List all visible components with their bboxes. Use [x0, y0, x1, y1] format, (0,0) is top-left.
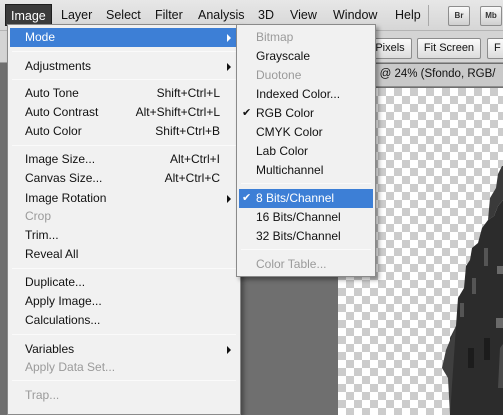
- bridge-icon[interactable]: Br: [448, 6, 470, 26]
- mode-item-32-bits[interactable]: 32 Bits/Channel: [239, 227, 373, 246]
- mode-item-grayscale[interactable]: Grayscale: [239, 47, 373, 66]
- menu-item-label: CMYK Color: [256, 125, 323, 139]
- menu-item-apply-image[interactable]: Apply Image...: [10, 292, 238, 311]
- menu-item-label: Calculations...: [25, 313, 101, 327]
- menu-item-auto-color[interactable]: Auto Color Shift+Ctrl+B: [10, 122, 238, 141]
- menu-item-label: Auto Tone: [25, 86, 79, 100]
- menu-item-label: 32 Bits/Channel: [256, 229, 341, 243]
- menubar-divider: [428, 5, 429, 26]
- mode-item-16-bits[interactable]: 16 Bits/Channel: [239, 208, 373, 227]
- menu-item-label: Reveal All: [25, 247, 79, 261]
- shortcut-label: Alt+Ctrl+I: [169, 152, 220, 166]
- menu-item-image-rotation[interactable]: Image Rotation: [10, 189, 238, 208]
- menu-item-trap: Trap...: [10, 386, 238, 405]
- menu-separator: [12, 51, 236, 52]
- menu-item-label: Auto Color: [25, 124, 82, 138]
- menu-item-calculations[interactable]: Calculations...: [10, 311, 238, 330]
- menu-item-auto-tone[interactable]: Auto Tone Shift+Ctrl+L: [10, 84, 238, 103]
- menu-item-label: Trim...: [25, 228, 59, 242]
- menu-filter[interactable]: Filter: [150, 4, 188, 26]
- menu-item-label: RGB Color: [256, 106, 315, 120]
- menu-separator: [12, 268, 236, 269]
- menu-separator: [12, 380, 236, 381]
- menu-item-label: Indexed Color...: [256, 87, 341, 101]
- minibridge-icon[interactable]: Mb: [480, 6, 502, 26]
- menu-select[interactable]: Select: [101, 4, 146, 26]
- mode-item-lab-color[interactable]: Lab Color: [239, 142, 373, 161]
- mode-item-rgb-color[interactable]: ✔ RGB Color: [239, 104, 373, 123]
- menu-image[interactable]: Image: [5, 4, 52, 26]
- menu-item-label: Grayscale: [256, 49, 311, 63]
- menu-separator: [241, 249, 371, 250]
- menu-separator: [241, 183, 371, 184]
- menu-item-trim[interactable]: Trim...: [10, 226, 238, 245]
- menu-item-label: Adjustments: [25, 59, 92, 73]
- menu-item-duplicate[interactable]: Duplicate...: [10, 273, 238, 292]
- menu-item-mode[interactable]: Mode: [10, 28, 238, 47]
- submenu-arrow-icon: [227, 63, 231, 71]
- submenu-arrow-icon: [227, 346, 231, 354]
- menu-item-label: Mode: [25, 30, 56, 44]
- shortcut-label: Shift+Ctrl+L: [156, 86, 220, 100]
- mode-item-duotone: Duotone: [239, 66, 373, 85]
- menu-item-label: Auto Contrast: [25, 105, 99, 119]
- menu-item-canvas-size[interactable]: Canvas Size... Alt+Ctrl+C: [10, 169, 238, 188]
- menu-item-label: Duplicate...: [25, 275, 86, 289]
- mode-item-multichannel[interactable]: Multichannel: [239, 161, 373, 180]
- menu-item-label: Duotone: [256, 68, 302, 82]
- menu-separator: [12, 334, 236, 335]
- menu-help[interactable]: Help: [390, 4, 426, 26]
- mode-item-cmyk-color[interactable]: CMYK Color: [239, 123, 373, 142]
- menu-item-label: Trap...: [25, 388, 60, 402]
- menu-window[interactable]: Window: [328, 4, 382, 26]
- fit-screen-button[interactable]: Fit Screen: [417, 38, 481, 59]
- menu-item-label: Canvas Size...: [25, 171, 103, 185]
- menu-item-label: Image Size...: [25, 152, 96, 166]
- fill-screen-button[interactable]: F: [487, 38, 503, 59]
- checkmark-icon: ✔: [242, 192, 252, 204]
- checkmark-icon: ✔: [242, 107, 252, 119]
- menu-item-label: Apply Image...: [25, 294, 102, 308]
- menu-item-label: Apply Data Set...: [25, 360, 116, 374]
- menu-item-label: Bitmap: [256, 30, 294, 44]
- menu-item-crop: Crop: [10, 207, 238, 226]
- image-menu: Mode Adjustments Auto Tone Shift+Ctrl+L …: [7, 24, 241, 415]
- menu-item-label: Image Rotation: [25, 191, 107, 205]
- menu-separator: [12, 145, 236, 146]
- menu-separator: [12, 79, 236, 80]
- menu-item-label: Variables: [25, 342, 75, 356]
- menu-3d[interactable]: 3D: [253, 4, 279, 26]
- mode-item-bitmap: Bitmap: [239, 28, 373, 47]
- menu-item-label: Crop: [25, 209, 52, 223]
- menu-item-image-size[interactable]: Image Size... Alt+Ctrl+I: [10, 150, 238, 169]
- mode-submenu: Bitmap Grayscale Duotone Indexed Color..…: [236, 24, 376, 277]
- document-title: d @ 24% (Sfondo, RGB/: [370, 68, 496, 80]
- mode-item-8-bits[interactable]: ✔ 8 Bits/Channel: [239, 189, 373, 208]
- menu-item-adjustments[interactable]: Adjustments: [10, 57, 238, 76]
- mode-item-indexed-color[interactable]: Indexed Color...: [239, 85, 373, 104]
- shortcut-label: Alt+Shift+Ctrl+L: [135, 105, 220, 119]
- submenu-arrow-icon: [227, 34, 231, 42]
- menu-item-label: 16 Bits/Channel: [256, 210, 341, 224]
- menu-view[interactable]: View: [285, 4, 322, 26]
- mode-item-color-table: Color Table...: [239, 255, 373, 274]
- menu-item-label: Color Table...: [256, 257, 327, 271]
- menu-item-variables[interactable]: Variables: [10, 340, 238, 359]
- submenu-arrow-icon: [227, 195, 231, 203]
- menu-analysis[interactable]: Analysis: [193, 4, 250, 26]
- menu-item-auto-contrast[interactable]: Auto Contrast Alt+Shift+Ctrl+L: [10, 103, 238, 122]
- menu-layer[interactable]: Layer: [56, 4, 97, 26]
- menu-item-label: Multichannel: [256, 163, 324, 177]
- menu-item-label: Lab Color: [256, 144, 309, 158]
- menu-item-apply-data-set: Apply Data Set...: [10, 358, 238, 377]
- menu-item-label: 8 Bits/Channel: [256, 191, 335, 205]
- menu-item-reveal-all[interactable]: Reveal All: [10, 245, 238, 264]
- shortcut-label: Alt+Ctrl+C: [164, 171, 220, 185]
- shortcut-label: Shift+Ctrl+B: [155, 124, 220, 138]
